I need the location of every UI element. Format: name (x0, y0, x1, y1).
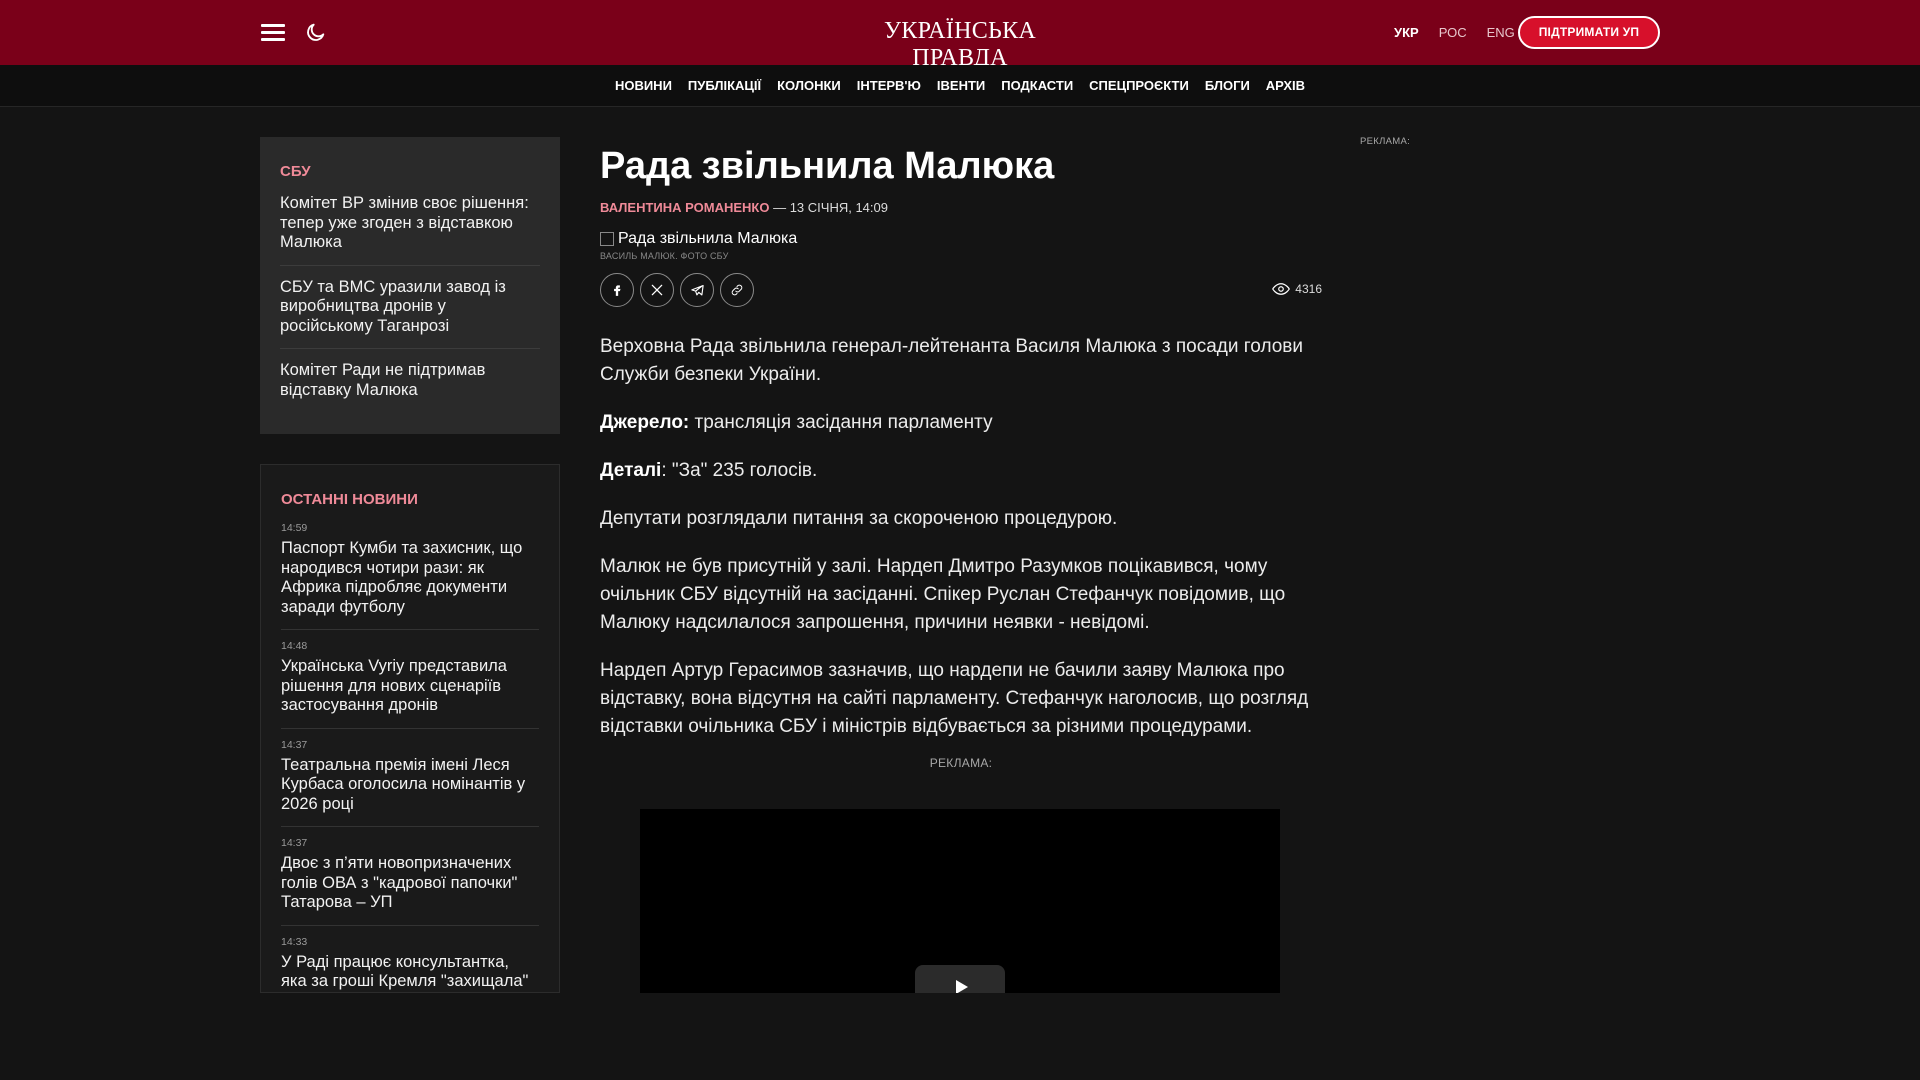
source-label: Джерело: (600, 412, 690, 433)
article-date: — 13 СІЧНЯ, 14:09 (773, 200, 888, 215)
related-item[interactable]: Комітет ВР змінив своє рішення: тепер уж… (280, 194, 540, 266)
sidebar-ad-label: РЕКЛАМА: (1360, 136, 1411, 147)
photo-alt-text: Рада звільнила Малюка (618, 230, 798, 247)
source-text: трансляція засідання парламенту (689, 412, 993, 433)
card-tag[interactable]: СБУ (280, 163, 540, 180)
latest-heading[interactable]: ОСТАННІ НОВИНИ (281, 491, 539, 508)
author-link[interactable]: ВАЛЕНТИНА РОМАНЕНКО (600, 200, 769, 215)
nav-blogs[interactable]: БЛОГИ (1205, 78, 1250, 93)
details-text: : "За" 235 голосів. (661, 460, 818, 481)
latest-item[interactable]: 14:59 Паспорт Кумби та захисник, що наро… (281, 522, 539, 630)
related-item[interactable]: СБУ та ВМС уразили завод із виробництва … (280, 278, 540, 349)
article-details: Деталі: "За" 235 голосів. (600, 457, 1322, 485)
lang-eng[interactable]: ENG (1487, 25, 1515, 40)
article-paragraph: Малюк не був присутній у залі. Нардеп Дм… (600, 556, 1286, 633)
moon-icon[interactable] (305, 21, 327, 43)
link-icon (731, 284, 743, 296)
latest-time: 14:37 (281, 837, 308, 849)
latest-title[interactable]: Паспорт Кумби та захисник, що народився … (281, 539, 539, 617)
site-logo[interactable]: УКРАЇНСЬКА ПРАВДА (860, 18, 1060, 72)
views-count: 4316 (1295, 282, 1322, 296)
x-icon (651, 284, 663, 296)
site-header: УКРАЇНСЬКА ПРАВДА УКР РОС ENG ПІДТРИМАТИ… (0, 0, 1920, 71)
latest-time: 14:37 (281, 738, 308, 751)
latest-title[interactable]: Двоє з п’яти новопризначених голів ОВА з… (281, 854, 539, 913)
latest-time: 14:48 (281, 640, 308, 652)
broken-image-icon (600, 232, 614, 246)
x-share-button[interactable] (640, 273, 674, 307)
article-photo: Рада звільнила Малюка (600, 230, 1322, 248)
nav-news[interactable]: НОВИНИ (615, 78, 672, 93)
latest-title[interactable]: У Раді працює консультантка, яка за грош… (281, 953, 539, 993)
article-title: Рада звільнила Малюка (600, 145, 1055, 187)
ad-label: РЕКЛАМА: (929, 756, 993, 770)
latest-item[interactable]: 14:48 Українська Vyriy представила рішен… (281, 640, 539, 729)
latest-item[interactable]: 14:37 Двоє з п’яти новопризначених голів… (281, 837, 539, 926)
nav-archive[interactable]: АРХІВ (1266, 78, 1305, 93)
article: Рада звільнила Малюка ВАЛЕНТИНА РОМАНЕНК… (600, 137, 1322, 770)
main-nav: НОВИНИ ПУБЛІКАЦІЇ КОЛОНКИ ІНТЕРВ'Ю ІВЕНТ… (0, 65, 1920, 107)
hamburger-menu-icon[interactable] (261, 24, 285, 42)
telegram-share-button[interactable] (680, 273, 714, 307)
language-switcher: УКР РОС ENG (1394, 25, 1515, 40)
latest-time: 14:33 (281, 935, 308, 948)
page-bottom (0, 993, 1920, 1080)
share-bar: 4316 (600, 273, 1322, 307)
copy-link-button[interactable] (720, 273, 754, 307)
nav-specprojects[interactable]: СПЕЦПРОЄКТИ (1089, 78, 1189, 93)
photo-caption: ВАСИЛЬ МАЛЮК. ФОТО СБУ (600, 251, 729, 261)
lang-ros[interactable]: РОС (1439, 25, 1467, 40)
nav-columns[interactable]: КОЛОНКИ (777, 78, 841, 93)
nav-podcasts[interactable]: ПОДКАСТИ (1001, 78, 1073, 93)
lang-ukr[interactable]: УКР (1394, 25, 1419, 40)
latest-news-card: ОСТАННІ НОВИНИ 14:59 Паспорт Кумби та за… (260, 464, 560, 993)
facebook-icon (614, 285, 621, 296)
latest-item[interactable]: 14:37 Театральна премія імені Леся Курба… (281, 738, 539, 827)
video-ad-player[interactable] (640, 809, 1280, 1005)
related-sbu-card: СБУ Комітет ВР змінив своє рішення: тепе… (260, 137, 560, 434)
eye-icon (1272, 283, 1291, 295)
latest-time: 14:59 (281, 522, 308, 534)
article-lead: Верховна Рада звільнила генерал-лейтенан… (600, 336, 1304, 385)
nav-events[interactable]: ІВЕНТИ (937, 78, 985, 93)
details-label: Деталі (600, 460, 662, 481)
latest-item[interactable]: 14:33 У Раді працює консультантка, яка з… (281, 935, 539, 993)
related-item[interactable]: Комітет Ради не підтримав відставку Малю… (280, 361, 540, 412)
article-paragraph: Нардеп Артур Герасимов зазначив, що нард… (600, 660, 1309, 737)
nav-interviews[interactable]: ІНТЕРВ'Ю (857, 78, 921, 93)
telegram-icon (690, 284, 704, 295)
latest-title[interactable]: Театральна премія імені Леся Курбаса ого… (281, 756, 539, 815)
support-button[interactable]: ПІДТРИМАТИ УП (1518, 16, 1660, 49)
article-paragraph: Депутати розглядали питання за скорочено… (600, 508, 1118, 529)
nav-publications[interactable]: ПУБЛІКАЦІЇ (688, 78, 761, 93)
facebook-share-button[interactable] (600, 273, 634, 307)
views-counter: 4316 (1272, 282, 1322, 296)
article-meta: ВАЛЕНТИНА РОМАНЕНКО — 13 СІЧНЯ, 14:09 (600, 200, 1322, 215)
latest-title[interactable]: Українська Vyriy представила рішення для… (281, 657, 539, 716)
article-source: Джерело: трансляція засідання парламенту (600, 409, 1322, 437)
